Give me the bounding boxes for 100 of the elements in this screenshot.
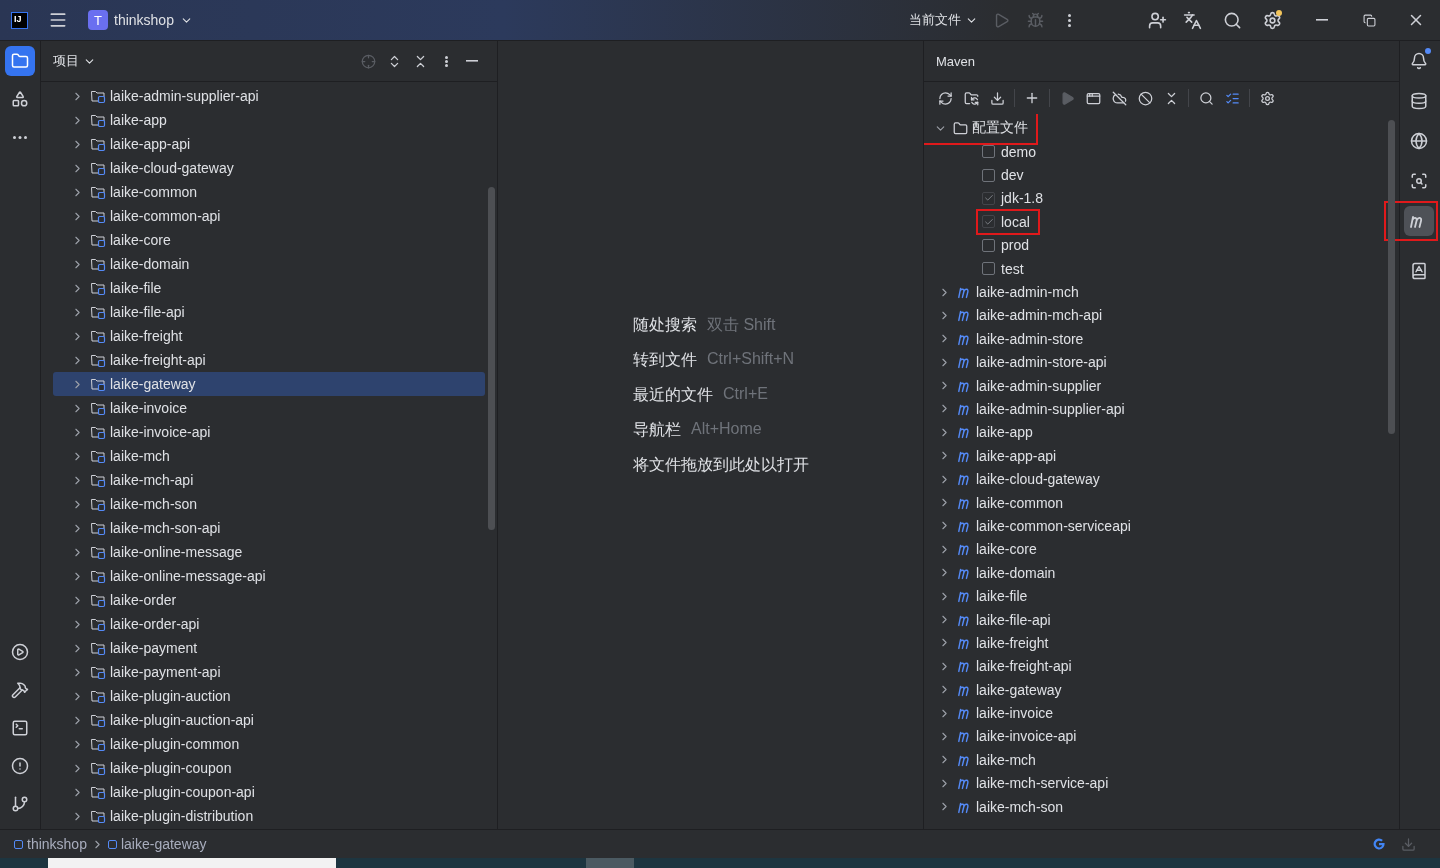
maven-module-item[interactable]: laike-freight-api — [928, 654, 1387, 678]
project-tree-item[interactable]: laike-core — [53, 228, 485, 252]
checkbox[interactable] — [982, 262, 995, 276]
hint-shortcut: Ctrl+E — [723, 384, 768, 404]
project-tree-item[interactable]: laike-invoice — [53, 396, 485, 420]
maven-module-item[interactable]: laike-common — [928, 490, 1387, 515]
module-folder-icon — [90, 616, 106, 632]
module-folder-icon — [90, 184, 106, 200]
maven-module-item[interactable]: laike-mch-service-api — [928, 771, 1387, 795]
maven-module-item[interactable]: laike-mch — [928, 748, 1387, 772]
breadcrumb[interactable]: laike-gateway — [107, 836, 207, 852]
project-tree-item[interactable]: laike-mch-api — [53, 468, 485, 492]
module-name: laike-freight — [976, 634, 1049, 651]
maven-module-item[interactable]: laike-app-api — [928, 444, 1387, 468]
project-tree-item[interactable]: laike-plugin-auction — [53, 684, 485, 708]
project-tree-item[interactable]: laike-invoice-api — [53, 420, 485, 444]
project-tree-item[interactable]: laike-online-message — [53, 540, 485, 564]
profile-item[interactable]: local — [976, 208, 1040, 235]
project-tree-item[interactable]: laike-cloud-gateway — [53, 156, 485, 180]
maven-module-item[interactable]: laike-admin-mch-api — [928, 303, 1387, 328]
maven-module-item[interactable]: laike-admin-store — [928, 327, 1387, 351]
project-tree-item[interactable]: laike-file-api — [53, 300, 485, 324]
project-tree-item[interactable]: laike-online-message-api — [53, 564, 485, 588]
minimize-icon — [1316, 19, 1328, 21]
module-name: laike-mch-son — [976, 798, 1064, 815]
project-tree-item[interactable]: laike-mch-son-api — [53, 516, 485, 540]
profile-name: local — [1001, 213, 1030, 230]
profiles-node[interactable]: 配置文件 — [924, 114, 1038, 145]
project-tree-item[interactable]: laike-freight — [53, 324, 485, 348]
module-name: laike-mch — [110, 448, 170, 464]
project-tree-item[interactable]: laike-plugin-coupon-api — [53, 780, 485, 804]
maven-module-item[interactable]: laike-common-serviceapi — [928, 514, 1387, 538]
project-tree-item[interactable]: laike-payment-api — [53, 660, 485, 684]
maven-module-item[interactable]: laike-admin-mch — [928, 280, 1387, 304]
maven-module-item[interactable]: laike-cloud-gateway — [928, 467, 1387, 491]
maven-module-item[interactable]: laike-app — [928, 420, 1387, 445]
hint-action: 最近的文件 — [633, 384, 713, 405]
module-name: laike-app-api — [110, 136, 191, 152]
module-folder-icon — [90, 424, 106, 440]
module-name: laike-freight-api — [110, 352, 206, 368]
maven-module-item[interactable]: laike-invoice — [928, 701, 1387, 725]
project-tree-item[interactable]: laike-order — [53, 588, 485, 612]
maven-module-item[interactable]: laike-admin-supplier-api — [928, 397, 1387, 421]
checkbox[interactable] — [982, 238, 995, 252]
project-tree-item[interactable]: laike-common-api — [53, 204, 485, 228]
project-tool-button[interactable] — [5, 46, 35, 76]
project-tree-item[interactable]: laike-plugin-common — [53, 732, 485, 756]
project-tree-item[interactable]: laike-app — [53, 108, 485, 132]
profile-name: demo — [1001, 143, 1037, 160]
maven-module-item[interactable]: laike-invoice-api — [928, 724, 1387, 749]
module-name: laike-mch-service-api — [976, 775, 1109, 792]
maven-module-item[interactable]: laike-gateway — [928, 678, 1387, 702]
project-tree-item[interactable]: laike-common — [53, 180, 485, 204]
maven-module-item[interactable]: laike-core — [928, 537, 1387, 562]
module-name: laike-order-api — [110, 616, 200, 632]
module-folder-icon — [90, 256, 106, 272]
maven-module-item[interactable]: laike-file — [928, 584, 1387, 608]
module-name: laike-mch — [976, 751, 1036, 768]
project-selector[interactable]: T thinkshop — [84, 10, 197, 30]
maven-module-item[interactable]: laike-mch-son — [928, 794, 1387, 819]
breadcrumb[interactable]: thinkshop — [14, 836, 87, 852]
project-tree-item[interactable]: laike-file — [53, 276, 485, 300]
search-icon — [1222, 10, 1242, 30]
project-tree-item[interactable]: laike-admin-supplier-api — [53, 84, 485, 108]
maven-module-item[interactable]: laike-admin-supplier — [928, 373, 1387, 398]
project-tree-item[interactable]: laike-mch — [53, 444, 485, 468]
project-tree-item[interactable]: laike-domain — [53, 252, 485, 276]
project-tree-item[interactable]: laike-gateway — [53, 372, 485, 396]
project-tree-item[interactable]: laike-plugin-distribution — [53, 804, 485, 828]
module-name: laike-payment-api — [110, 664, 221, 680]
maven-module-item[interactable]: laike-freight — [928, 631, 1387, 655]
checkbox[interactable] — [982, 168, 995, 182]
scrollbar[interactable] — [1388, 120, 1395, 434]
maven-module-item[interactable]: laike-admin-store-api — [928, 350, 1387, 374]
run-config-dropdown[interactable]: 当前文件 — [903, 10, 984, 30]
hint-action: 转到文件 — [633, 349, 697, 370]
project-tree-item[interactable]: laike-mch-son — [53, 492, 485, 516]
book-icon — [1410, 262, 1428, 280]
module-name: laike-file — [976, 588, 1028, 605]
module-folder-icon — [90, 208, 106, 224]
project-tree-item[interactable]: laike-payment — [53, 636, 485, 660]
maven-module-item[interactable]: laike-file-api — [928, 607, 1387, 632]
app-logo: IJ — [11, 11, 28, 29]
checkbox[interactable] — [982, 215, 995, 229]
scrollbar[interactable] — [488, 187, 495, 530]
maven-tool-button[interactable] — [1404, 206, 1434, 236]
module-name: laike-invoice — [976, 705, 1054, 722]
project-tree-item[interactable]: laike-order-api — [53, 612, 485, 636]
maven-module-item[interactable]: laike-domain — [928, 561, 1387, 585]
checkbox[interactable] — [982, 145, 995, 159]
module-folder-icon — [90, 592, 106, 608]
project-tree-item[interactable]: laike-plugin-coupon — [53, 756, 485, 780]
project-tree-item[interactable]: laike-app-api — [53, 132, 485, 156]
project-view-dropdown[interactable]: 项目 — [53, 52, 96, 70]
checkbox[interactable] — [982, 192, 995, 205]
profile-name: jdk-1.8 — [1001, 190, 1044, 207]
module-name: laike-domain — [976, 564, 1056, 581]
project-tree-item[interactable]: laike-plugin-auction-api — [53, 708, 485, 732]
module-name: laike-common — [110, 184, 198, 200]
project-tree-item[interactable]: laike-freight-api — [53, 348, 485, 372]
